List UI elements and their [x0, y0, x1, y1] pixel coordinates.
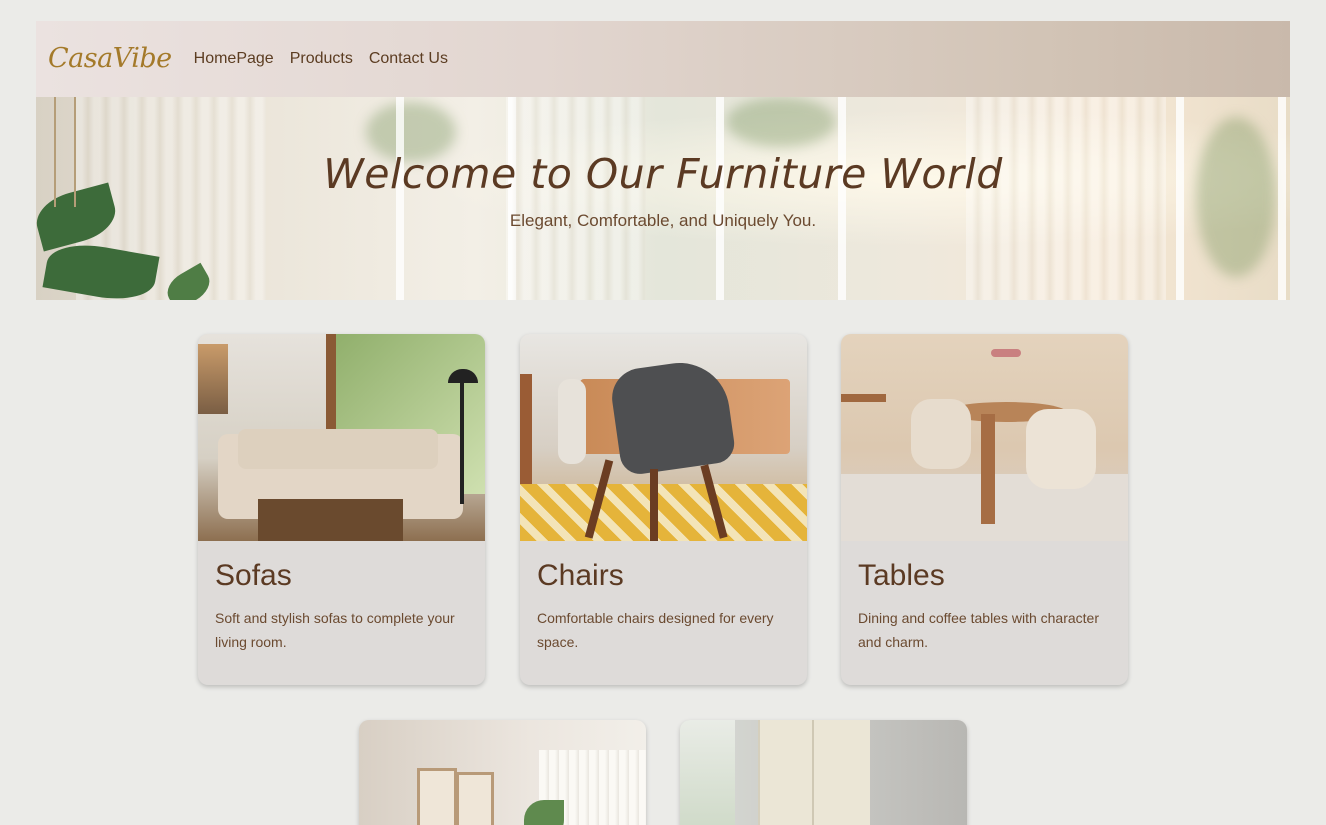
side-window	[680, 720, 735, 825]
card-image-wardrobes	[680, 720, 967, 825]
hero-title: Welcome to Our Furniture World	[323, 150, 1003, 198]
category-card-decor[interactable]	[359, 720, 646, 825]
wardrobe-door-line	[812, 720, 814, 825]
vase	[558, 379, 586, 464]
yellow-rug	[520, 484, 807, 541]
logo[interactable]: CasaVibe	[48, 43, 172, 74]
nav-link-homepage[interactable]: HomePage	[194, 50, 274, 68]
wardrobe	[758, 720, 870, 825]
hero-window-frame	[1176, 97, 1286, 300]
card-image-decor	[359, 720, 646, 825]
chair-leg	[650, 469, 658, 541]
nav-link-products[interactable]: Products	[290, 50, 353, 68]
hero-window-frame	[396, 97, 516, 300]
card-title: Tables	[858, 559, 945, 592]
pendant-light	[991, 349, 1021, 357]
table-leg	[981, 414, 995, 524]
category-card-chairs[interactable]: Chairs Comfortable chairs designed for e…	[520, 334, 807, 685]
wall-frame	[417, 768, 457, 825]
gray-chair	[608, 356, 737, 477]
card-image-tables	[841, 334, 1128, 541]
category-card-tables[interactable]: Tables Dining and coffee tables with cha…	[841, 334, 1128, 685]
coffee-table	[258, 499, 403, 541]
category-card-sofas[interactable]: Sofas Soft and stylish sofas to complete…	[198, 334, 485, 685]
hero-curtain	[506, 97, 646, 300]
card-description: Soft and stylish sofas to complete your …	[215, 610, 455, 650]
card-image-sofas	[198, 334, 485, 541]
card-image-chairs	[520, 334, 807, 541]
nav-links: HomePage Products Contact Us	[194, 50, 448, 68]
category-card-wardrobes[interactable]	[680, 720, 967, 825]
wall-art	[198, 344, 228, 414]
floor-lamp	[460, 374, 464, 504]
card-description: Dining and coffee tables with character …	[858, 610, 1099, 650]
page: CasaVibe HomePage Products Contact Us We…	[0, 0, 1326, 825]
sofa-back	[238, 429, 438, 469]
wall-frame	[456, 772, 494, 825]
console-table	[841, 394, 886, 402]
nav-link-contact-us[interactable]: Contact Us	[369, 50, 448, 68]
hero-subtitle: Elegant, Comfortable, and Uniquely You.	[509, 211, 817, 230]
card-title: Sofas	[215, 559, 292, 592]
hero-banner: Welcome to Our Furniture World Elegant, …	[36, 97, 1290, 300]
dining-chair	[1026, 409, 1096, 489]
navbar: CasaVibe HomePage Products Contact Us	[36, 21, 1290, 97]
card-description: Comfortable chairs designed for every sp…	[537, 610, 774, 650]
plant	[524, 800, 564, 825]
hero-curtain	[966, 97, 1166, 300]
card-title: Chairs	[537, 559, 624, 592]
hero-window-frame	[716, 97, 846, 300]
dining-chair	[911, 399, 971, 469]
